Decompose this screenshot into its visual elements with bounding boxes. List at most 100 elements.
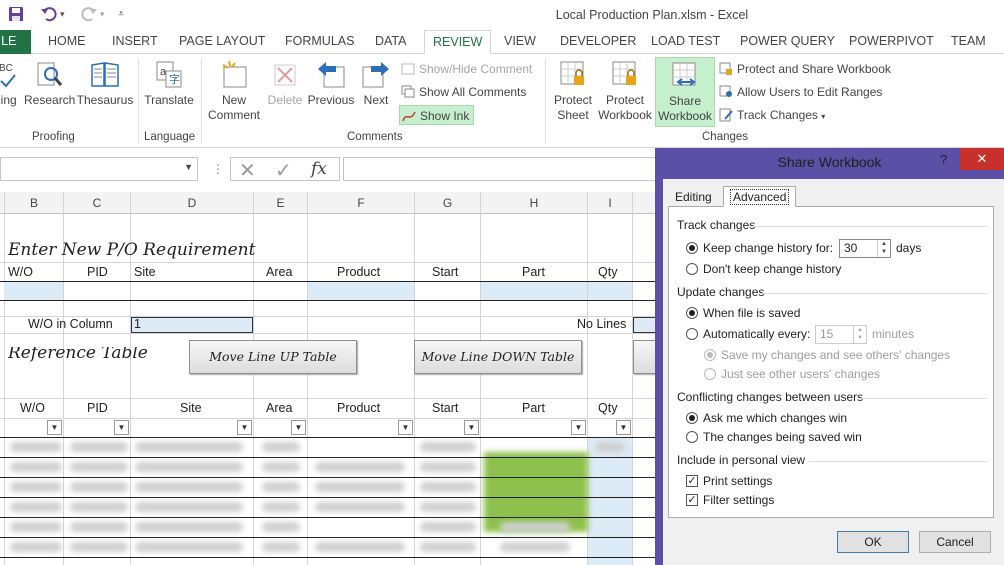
minutes-value: 15 <box>820 327 834 341</box>
formula-buttons: ✕ ✓ fx <box>230 157 340 183</box>
share-workbook-label-2: Workbook <box>658 109 712 123</box>
delete-comment-label: Delete <box>267 93 303 107</box>
header-area: Area <box>266 265 293 279</box>
tab-view[interactable]: VIEW <box>504 34 536 48</box>
thesaurus-button[interactable]: Thesaurus <box>76 59 134 108</box>
show-all-comments-button[interactable]: Show All Comments <box>399 82 526 102</box>
just-see-radio[interactable] <box>704 368 716 380</box>
ok-button[interactable]: OK <box>837 531 909 553</box>
automatically-radio[interactable] <box>686 328 698 340</box>
tab-formulas[interactable]: FORMULAS <box>285 34 354 48</box>
protect-workbook-button[interactable]: Protect Workbook <box>596 59 654 123</box>
gridline <box>307 214 308 565</box>
stepper-arrows-icon[interactable]: ▲ ▼ <box>853 326 866 343</box>
tab-team[interactable]: TEAM <box>951 34 986 48</box>
filter-dropdown-icon[interactable]: ▼ <box>114 420 129 435</box>
protect-sheet-button[interactable]: Protect Sheet <box>550 59 596 123</box>
being-saved-wins-radio[interactable] <box>686 431 698 443</box>
tab-data[interactable]: DATA <box>375 34 406 48</box>
print-settings-checkbox[interactable]: ✓ <box>686 475 698 487</box>
column-header-g[interactable]: G <box>415 192 481 214</box>
redacted-cell <box>10 502 62 512</box>
filter-dropdown-icon[interactable]: ▼ <box>47 420 62 435</box>
input-cell-wo[interactable] <box>4 282 63 300</box>
protect-share-icon <box>719 62 733 76</box>
filter-dropdown-icon[interactable]: ▼ <box>291 420 306 435</box>
filter-dropdown-icon[interactable]: ▼ <box>237 420 252 435</box>
name-box[interactable]: ▼ <box>0 157 198 181</box>
tab-insert[interactable]: INSERT <box>112 34 158 48</box>
input-cell-part[interactable] <box>481 282 587 300</box>
header-qty: Qty <box>598 265 618 279</box>
name-box-dropdown-icon[interactable]: ▼ <box>184 162 193 172</box>
tab-file[interactable]: FILE <box>0 30 31 54</box>
protect-share-workbook-button[interactable]: Protect and Share Workbook <box>717 59 891 79</box>
minutes-stepper[interactable]: 15 ▲ ▼ <box>815 325 867 344</box>
tab-load-test[interactable]: LOAD TEST <box>651 34 720 48</box>
formula-input[interactable] <box>343 157 663 181</box>
share-workbook-button[interactable]: Share Workbook <box>655 57 715 127</box>
column-header-d[interactable]: D <box>131 192 254 214</box>
ask-me-radio[interactable] <box>686 412 698 424</box>
research-button[interactable]: Research <box>24 59 75 108</box>
wo-in-column-input[interactable] <box>131 317 253 333</box>
dont-keep-history-radio[interactable] <box>686 263 698 275</box>
cancel-button[interactable]: Cancel <box>919 531 991 553</box>
cancel-entry-icon[interactable]: ✕ <box>239 158 256 183</box>
column-header-e[interactable]: E <box>254 192 308 214</box>
worksheet-grid[interactable]: B C D E F G H I Enter New P/O Requiremen… <box>0 190 663 565</box>
tab-review[interactable]: REVIEW <box>424 30 492 55</box>
redacted-cell <box>315 542 405 552</box>
input-cell-qty[interactable] <box>588 282 632 300</box>
column-header-c[interactable]: C <box>64 192 131 214</box>
column-header-f[interactable]: F <box>308 192 415 214</box>
track-changes-button[interactable]: Track Changes ▾ <box>717 105 825 125</box>
tab-developer[interactable]: DEVELOPER <box>560 34 636 48</box>
tab-advanced[interactable]: Advanced <box>723 186 797 207</box>
days-stepper[interactable]: 30 ▲ ▼ <box>839 239 891 258</box>
next-comment-button[interactable]: Next <box>358 59 394 108</box>
keep-history-radio[interactable] <box>686 242 698 254</box>
tab-page-layout[interactable]: PAGE LAYOUT <box>179 34 265 48</box>
delete-comment-button[interactable]: Delete <box>264 59 306 108</box>
move-line-down-button[interactable]: Move Line DOWN Table <box>414 340 582 374</box>
close-icon[interactable]: ✕ <box>960 148 1004 170</box>
filter-dropdown-icon[interactable]: ▼ <box>616 420 631 435</box>
when-saved-radio[interactable] <box>686 307 698 319</box>
tab-home[interactable]: HOME <box>48 34 86 48</box>
new-comment-button[interactable]: New Comment <box>205 59 263 123</box>
tab-power-query[interactable]: POWER QUERY <box>740 34 835 48</box>
save-my-changes-radio[interactable] <box>704 349 716 361</box>
confirm-entry-icon[interactable]: ✓ <box>275 158 292 183</box>
show-ink-button[interactable]: Show Ink <box>399 105 475 125</box>
move-line-up-button[interactable]: Move Line UP Table <box>189 340 357 374</box>
allow-users-edit-ranges-button[interactable]: Allow Users to Edit Ranges <box>717 82 882 102</box>
filter-dropdown-icon[interactable]: ▼ <box>571 420 586 435</box>
stepper-arrows-icon[interactable]: ▲ ▼ <box>877 240 890 257</box>
redacted-cell <box>135 542 243 552</box>
translate-button[interactable]: a字 Translate <box>142 59 196 108</box>
help-icon[interactable]: ? <box>940 152 947 167</box>
redacted-cell <box>70 542 128 552</box>
column-header-h[interactable]: H <box>481 192 588 214</box>
filter-dropdown-icon[interactable]: ▼ <box>398 420 413 435</box>
redacted-cell <box>315 502 405 512</box>
previous-comment-button[interactable]: Previous <box>305 59 357 108</box>
gridline <box>0 398 660 399</box>
show-hide-comment-button[interactable]: Show/Hide Comment <box>399 59 532 79</box>
svg-text:BC: BC <box>0 63 13 74</box>
redacted-cell <box>420 442 476 452</box>
redacted-cell <box>315 462 405 472</box>
insert-function-icon[interactable]: fx <box>311 159 327 179</box>
header-start: Start <box>432 265 459 279</box>
spelling-button[interactable]: BC ling <box>0 59 20 108</box>
input-cell-product[interactable] <box>308 282 414 300</box>
column-header-i[interactable]: I <box>588 192 633 214</box>
protect-share-label: Protect and Share Workbook <box>737 62 891 76</box>
filter-settings-checkbox[interactable]: ✓ <box>686 494 698 506</box>
tab-editing[interactable]: Editing <box>669 187 718 207</box>
column-header-b[interactable]: B <box>5 192 64 214</box>
tab-powerpivot[interactable]: POWERPIVOT <box>849 34 934 48</box>
filter-dropdown-icon[interactable]: ▼ <box>464 420 479 435</box>
table-row <box>0 537 660 538</box>
